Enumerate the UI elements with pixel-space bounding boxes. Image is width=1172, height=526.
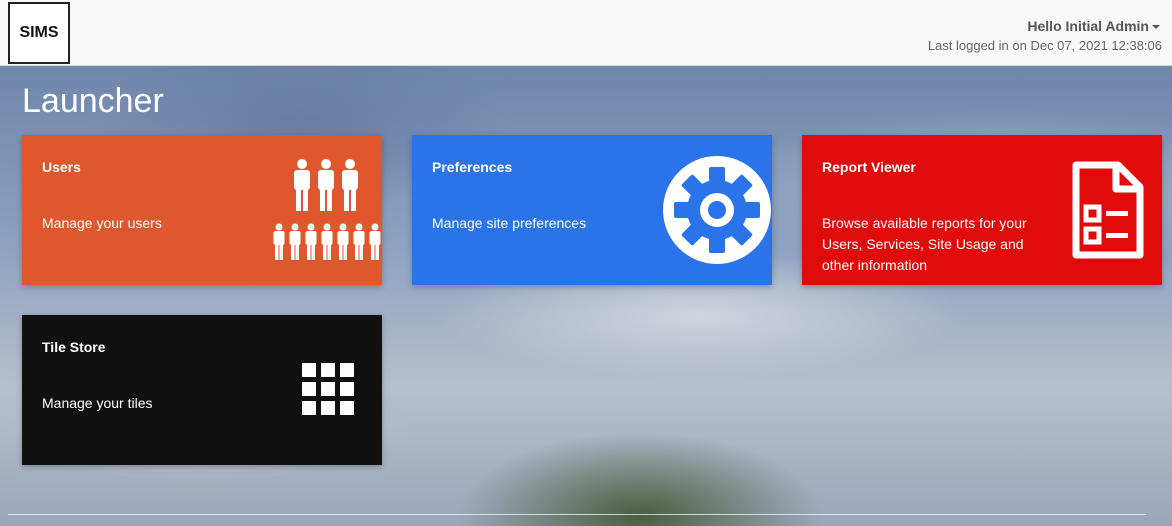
- user-menu-dropdown[interactable]: Hello Initial Admin: [1027, 18, 1160, 34]
- tile-description: Browse available reports for your Users,…: [822, 215, 1027, 273]
- tile-title: Tile Store: [42, 339, 106, 355]
- tile-title: Preferences: [432, 159, 513, 175]
- tile-title: Report Viewer: [822, 159, 916, 175]
- tile-users[interactable]: Users Manage your users: [22, 135, 382, 285]
- page-title: Launcher: [22, 82, 164, 120]
- tile-title: Users: [42, 159, 81, 175]
- tile-description: Manage your users: [42, 215, 162, 231]
- tile-description: Manage your tiles: [42, 395, 153, 411]
- report-icon: [1072, 161, 1144, 259]
- footer-divider: [8, 514, 1146, 515]
- tile-preferences[interactable]: Preferences Manage site preferences: [412, 135, 772, 285]
- tile-report-viewer[interactable]: Report Viewer Browse available reports f…: [802, 135, 1162, 285]
- grid-icon: [302, 363, 354, 415]
- gear-icon: [663, 156, 771, 264]
- tile-description: Manage site preferences: [432, 215, 587, 231]
- tile-tile-store[interactable]: Tile Store Manage your tiles: [22, 315, 382, 465]
- users-icon: [273, 159, 381, 260]
- last-login-text: Last logged in on Dec 07, 2021 12:38:06: [927, 38, 1162, 53]
- caret-down-icon: [1152, 25, 1160, 30]
- top-header: SIMS Hello Initial Admin Last logged in …: [0, 0, 1172, 66]
- user-greeting: Hello Initial Admin: [1027, 18, 1149, 34]
- sims-logo[interactable]: SIMS: [8, 2, 70, 64]
